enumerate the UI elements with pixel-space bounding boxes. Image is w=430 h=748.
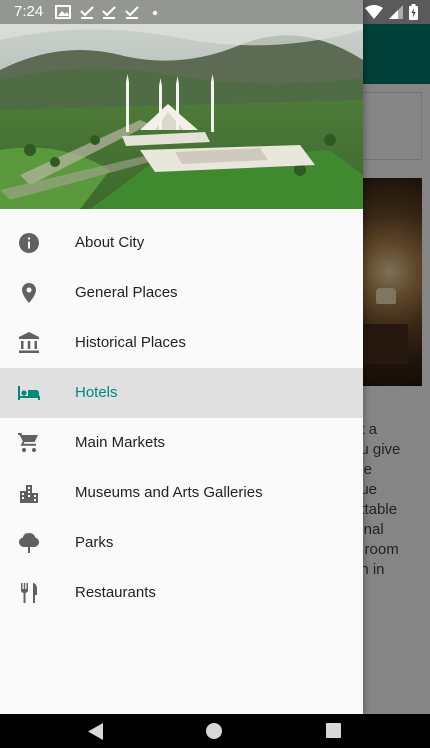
- menu-item-about-city[interactable]: About City: [0, 218, 363, 268]
- menu-item-general-places[interactable]: General Places: [0, 268, 363, 318]
- menu-item-main-markets[interactable]: Main Markets: [0, 418, 363, 468]
- menu-item-label: Hotels: [75, 384, 118, 401]
- info-icon: [17, 231, 41, 255]
- mosque-landscape-image: [0, 0, 363, 209]
- status-bar: 7:24: [0, 0, 430, 24]
- check-icon: [102, 6, 116, 19]
- status-time: 7:24: [14, 3, 44, 20]
- hotel-bed-icon: [17, 381, 41, 405]
- check-icon: [125, 6, 139, 19]
- menu-item-hotels[interactable]: Hotels: [0, 368, 363, 418]
- check-icon: [80, 6, 94, 19]
- back-icon[interactable]: [88, 723, 104, 740]
- city-buildings-icon: [17, 481, 41, 505]
- menu-item-label: Historical Places: [75, 334, 186, 351]
- menu-item-restaurants[interactable]: Restaurants: [0, 568, 363, 618]
- location-pin-icon: [17, 281, 41, 305]
- system-navigation-bar: [0, 714, 430, 748]
- home-icon[interactable]: [206, 723, 222, 739]
- battery-icon: [409, 4, 418, 20]
- recent-apps-icon[interactable]: [326, 723, 341, 738]
- menu-item-label: Main Markets: [75, 434, 166, 451]
- menu-item-parks[interactable]: Parks: [0, 518, 363, 568]
- image-icon: [55, 5, 71, 19]
- menu-item-label: Restaurants: [75, 584, 156, 601]
- menu-item-label: About City: [75, 234, 145, 251]
- menu-item-label: Museums and Arts Galleries: [75, 484, 263, 501]
- drawer-menu: About City General Places Historical Pla…: [0, 218, 363, 618]
- tree-icon: [17, 531, 41, 555]
- menu-item-museums-and-arts-galleries[interactable]: Museums and Arts Galleries: [0, 468, 363, 518]
- navigation-drawer: About City General Places Historical Pla…: [0, 0, 363, 714]
- status-right-icons: [365, 4, 418, 20]
- menu-item-historical-places[interactable]: Historical Places: [0, 318, 363, 368]
- shopping-cart-icon: [17, 431, 41, 455]
- signal-icon: [389, 5, 403, 19]
- drawer-header-image: [0, 0, 363, 209]
- wifi-icon: [365, 5, 383, 19]
- restaurant-icon: [17, 581, 41, 605]
- museum-icon: [17, 331, 41, 355]
- menu-item-label: Parks: [75, 534, 114, 551]
- dot-icon: [152, 10, 158, 16]
- menu-item-label: General Places: [75, 284, 178, 301]
